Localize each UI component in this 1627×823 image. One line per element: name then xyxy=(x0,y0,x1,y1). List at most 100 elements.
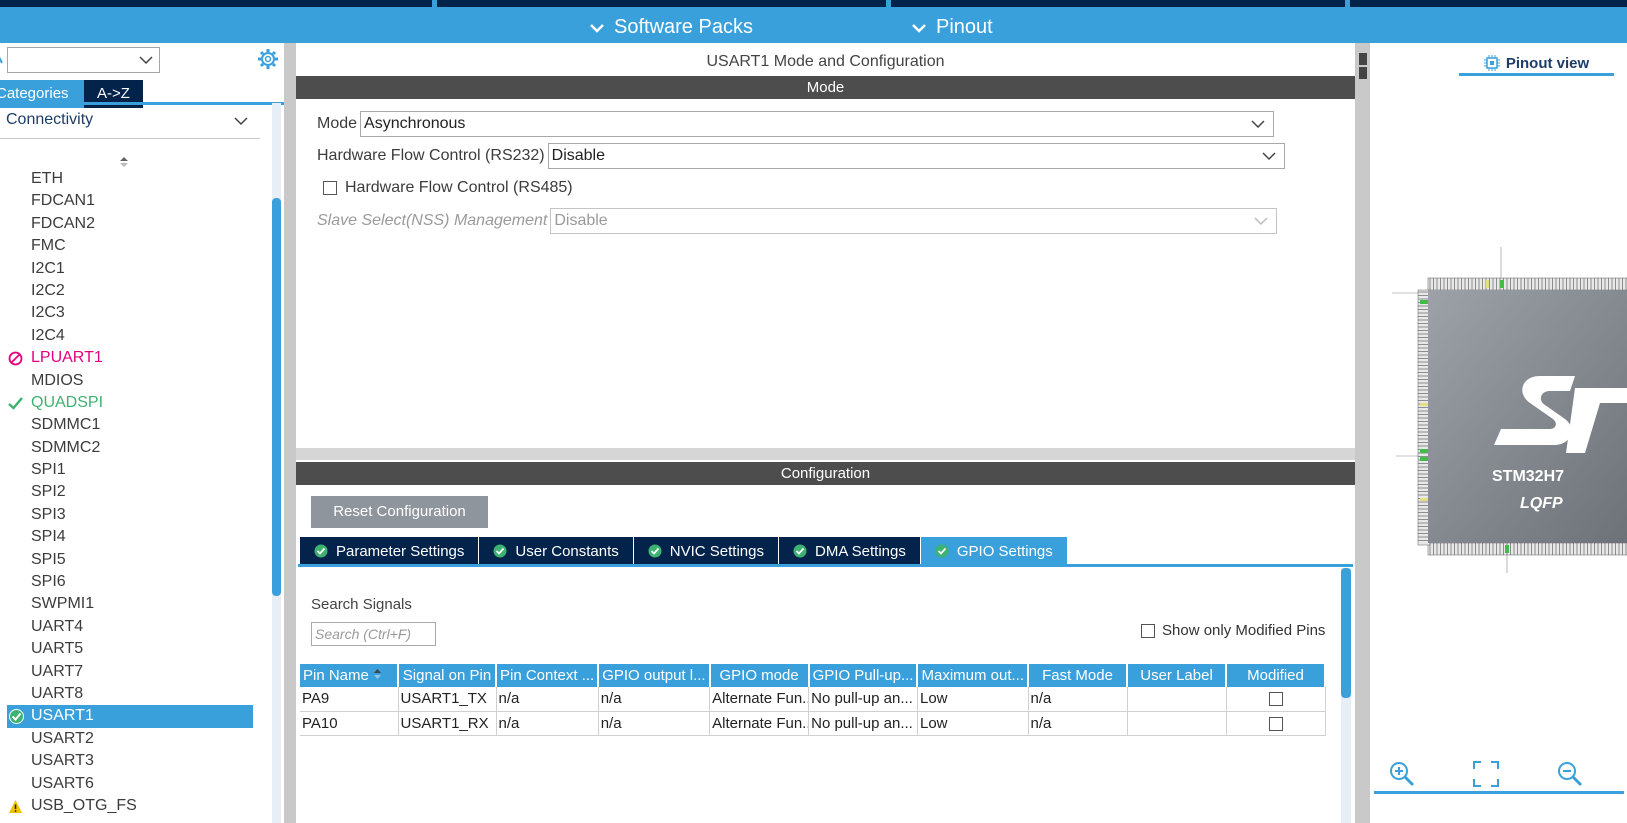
peripheral-item-mdios[interactable]: MDIOS xyxy=(0,370,260,392)
search-icon[interactable] xyxy=(0,51,6,65)
pinout-menu[interactable]: Pinout xyxy=(912,16,993,39)
hwflow485-checkbox[interactable] xyxy=(323,181,337,195)
splitter-right[interactable] xyxy=(1355,43,1370,823)
peripheral-item-uart8[interactable]: UART8 xyxy=(0,683,260,705)
peripheral-item-quadspi[interactable]: QUADSPI xyxy=(0,392,260,414)
peripheral-label: SWPMI1 xyxy=(31,595,95,613)
column-header[interactable]: GPIO output l... xyxy=(598,664,711,687)
peripheral-label: UART4 xyxy=(31,617,84,635)
tab-label: NVIC Settings xyxy=(669,542,764,560)
peripheral-item-lpuart1[interactable]: LPUART1 xyxy=(0,347,260,369)
splitter-left[interactable] xyxy=(284,43,296,823)
column-header[interactable]: GPIO mode xyxy=(709,664,810,687)
pinout-panel: Pinout view STM32H7 LQFP xyxy=(1370,43,1627,823)
peripheral-item-swpmi1[interactable]: SWPMI1 xyxy=(0,593,260,615)
peripheral-item-spi5[interactable]: SPI5 xyxy=(0,549,260,571)
column-header[interactable]: Maximum out... xyxy=(917,664,1030,687)
table-cell: PA9 xyxy=(300,687,399,712)
peripheral-item-i2c2[interactable]: I2C2 xyxy=(0,280,260,302)
table-row[interactable]: PA10 USART1_RX n/a n/a Alternate Fun... No pu… xyxy=(300,711,1326,736)
tab-parameter-settings[interactable]: Parameter Settings xyxy=(300,537,479,565)
column-header[interactable]: User Label xyxy=(1127,664,1228,687)
peripheral-item-spi4[interactable]: SPI4 xyxy=(0,526,260,548)
reset-configuration-button[interactable]: Reset Configuration xyxy=(311,496,488,528)
peripheral-item-uart5[interactable]: UART5 xyxy=(0,638,260,660)
column-header[interactable]: Pin Name xyxy=(300,664,399,687)
zoom-in-icon[interactable] xyxy=(1388,760,1416,788)
section-divider[interactable] xyxy=(296,448,1355,460)
peripheral-item-sdmmc1[interactable]: SDMMC1 xyxy=(0,414,260,436)
mode-row: Mode Asynchronous xyxy=(317,111,1275,137)
check-circle-icon xyxy=(9,709,24,725)
scrollbar-thumb[interactable] xyxy=(1341,568,1351,698)
tab-gpio-settings[interactable]: GPIO Settings xyxy=(920,537,1067,565)
software-packs-menu[interactable]: Software Packs xyxy=(590,16,753,39)
peripheral-item-spi3[interactable]: SPI3 xyxy=(0,504,260,526)
sort-icon[interactable] xyxy=(119,156,129,168)
tab-user-constants[interactable]: User Constants xyxy=(479,537,633,565)
tab-nvic-settings[interactable]: NVIC Settings xyxy=(633,537,778,565)
peripheral-item-eth[interactable]: ETH xyxy=(0,168,260,190)
nss-row: Slave Select(NSS) Management Disable xyxy=(317,208,1278,234)
fit-view-icon[interactable] xyxy=(1472,760,1500,788)
peripheral-item-uart4[interactable]: UART4 xyxy=(0,616,260,638)
table-cell: USART1_RX xyxy=(398,711,497,736)
search-combo[interactable] xyxy=(7,47,160,73)
peripheral-item-usart6[interactable]: USART6 xyxy=(0,773,260,795)
peripheral-item-usart3[interactable]: USART3 xyxy=(0,750,260,772)
table-cell[interactable] xyxy=(1127,711,1227,736)
peripheral-item-i2c1[interactable]: I2C1 xyxy=(0,258,260,280)
peripheral-item-i2c4[interactable]: I2C4 xyxy=(0,325,260,347)
category-select[interactable]: Connectivity xyxy=(6,111,262,137)
column-header[interactable]: GPIO Pull-up... xyxy=(808,664,919,687)
peripheral-item-fdcan1[interactable]: FDCAN1 xyxy=(0,190,260,212)
column-header-label: Pin Context ... xyxy=(500,667,595,684)
top-tab-2[interactable] xyxy=(437,0,886,7)
peripheral-item-usb-otg-fs[interactable]: USB_OTG_FS xyxy=(0,795,260,817)
modified-checkbox[interactable] xyxy=(1268,716,1283,731)
mode-header: Mode xyxy=(296,76,1355,99)
pinout-label: Pinout xyxy=(936,16,993,38)
peripheral-item-usart1[interactable]: USART1 xyxy=(7,705,253,728)
collapse-handle[interactable] xyxy=(1359,67,1367,79)
hwflow232-select[interactable]: Disable xyxy=(547,143,1285,169)
peripheral-label: I2C2 xyxy=(31,281,65,299)
top-tab-3[interactable] xyxy=(891,0,1345,7)
peripheral-item-fmc[interactable]: FMC xyxy=(0,235,260,257)
show-modified-checkbox[interactable] xyxy=(1141,623,1155,638)
peripheral-item-usart2[interactable]: USART2 xyxy=(0,728,260,750)
chip-diagram[interactable]: STM32H7 LQFP xyxy=(1370,243,1627,653)
table-cell: Low xyxy=(917,711,1029,736)
table-row[interactable]: PA9 USART1_TX n/a n/a Alternate Fun... No pul… xyxy=(300,687,1326,712)
peripheral-item-fdcan2[interactable]: FDCAN2 xyxy=(0,213,260,235)
peripheral-label: UART7 xyxy=(31,662,84,680)
peripheral-label: I2C1 xyxy=(31,259,65,277)
mode-select[interactable]: Asynchronous xyxy=(360,111,1275,137)
table-cell[interactable] xyxy=(1127,687,1227,712)
peripheral-item-spi6[interactable]: SPI6 xyxy=(0,571,260,593)
top-tab-1[interactable] xyxy=(0,0,432,7)
scrollbar-thumb[interactable] xyxy=(272,198,281,596)
table-body: PA9 USART1_TX n/a n/a Alternate Fun... No pul… xyxy=(300,687,1326,736)
column-header[interactable]: Fast Mode xyxy=(1028,664,1129,687)
search-input[interactable]: Search (Ctrl+F) xyxy=(311,622,436,646)
tab-label: User Constants xyxy=(515,542,619,560)
column-header[interactable]: Pin Context ... xyxy=(496,664,600,687)
peripheral-item-spi2[interactable]: SPI2 xyxy=(0,481,260,503)
zoom-out-icon[interactable] xyxy=(1556,760,1584,788)
peripheral-item-uart7[interactable]: UART7 xyxy=(0,661,260,683)
gear-icon[interactable] xyxy=(257,48,279,70)
tab-dma-settings[interactable]: DMA Settings xyxy=(779,537,920,565)
column-header-label: Pin Name xyxy=(303,667,369,684)
peripheral-item-spi1[interactable]: SPI1 xyxy=(0,459,260,481)
top-tab-4[interactable] xyxy=(1350,0,1627,7)
column-header[interactable]: Modified xyxy=(1226,664,1327,687)
column-header[interactable]: Signal on Pin xyxy=(398,664,497,687)
peripheral-item-sdmmc2[interactable]: SDMMC2 xyxy=(0,437,260,459)
peripheral-label: FMC xyxy=(31,237,66,255)
collapse-handle[interactable] xyxy=(1359,53,1367,65)
peripheral-item-i2c3[interactable]: I2C3 xyxy=(0,302,260,324)
modified-checkbox[interactable] xyxy=(1268,692,1283,707)
table-cell: n/a xyxy=(496,711,599,736)
tab-pinout-view[interactable]: Pinout view xyxy=(1459,51,1614,75)
